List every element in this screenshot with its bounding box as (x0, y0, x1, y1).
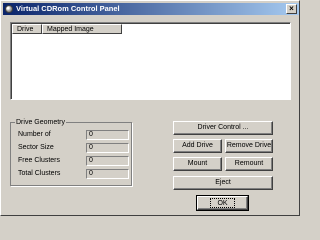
drive-geometry-title: Drive Geometry (15, 118, 67, 127)
cdrom-icon (5, 5, 13, 13)
add-drive-button[interactable]: Add Drive (173, 139, 222, 153)
sector-size-value: 0 (86, 143, 129, 153)
main-window: Virtual CDRom Control Panel × Drive Mapp… (0, 0, 300, 216)
mount-button[interactable]: Mount (173, 157, 222, 171)
sector-size-label: Sector Size (18, 144, 54, 151)
eject-button[interactable]: Eject (173, 176, 273, 190)
total-clusters-label: Total Clusters (18, 170, 61, 177)
ok-button-label: OK (210, 198, 235, 208)
title-bar[interactable]: Virtual CDRom Control Panel × (3, 3, 299, 15)
free-clusters-value: 0 (86, 156, 129, 166)
drive-list[interactable]: Drive Mapped Image (10, 22, 291, 100)
window-title: Virtual CDRom Control Panel (16, 4, 120, 13)
number-of-label: Number of (18, 131, 51, 138)
close-icon[interactable]: × (286, 4, 297, 14)
driver-control-button[interactable]: Driver Control ... (173, 121, 273, 135)
ok-button[interactable]: OK (196, 195, 249, 211)
remount-button[interactable]: Remount (225, 157, 273, 171)
number-of-value: 0 (86, 130, 129, 140)
free-clusters-label: Free Clusters (18, 157, 61, 164)
remove-drive-button[interactable]: Remove Drive (225, 139, 273, 153)
column-header-drive[interactable]: Drive (12, 24, 42, 34)
column-header-mapped-image[interactable]: Mapped Image (42, 24, 122, 34)
drive-geometry-group: Drive Geometry Number of 0 Sector Size 0… (10, 118, 132, 186)
total-clusters-value: 0 (86, 169, 129, 179)
drive-list-header: Drive Mapped Image (12, 24, 122, 34)
